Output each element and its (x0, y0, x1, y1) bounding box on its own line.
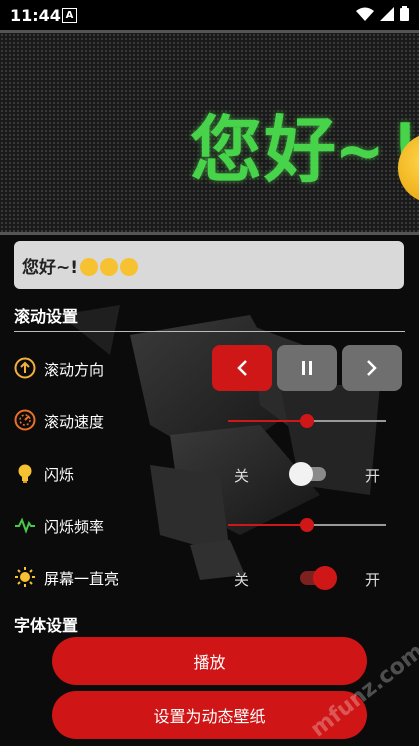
scroll-speed-slider[interactable] (228, 414, 386, 428)
screen-on-toggle[interactable] (300, 566, 337, 590)
pulse-wave-icon (15, 517, 35, 534)
led-text: 您好~! (190, 108, 419, 192)
screen-on-on-label: 开 (365, 571, 381, 589)
flash-off-label: 关 (234, 467, 250, 485)
flash-frequency-slider[interactable] (228, 518, 386, 532)
slider-fill (228, 420, 307, 422)
chevron-right-icon (367, 360, 377, 376)
row-label-flash-frequency: 闪烁频率 (44, 518, 105, 536)
status-bar: 11:44 A (0, 0, 419, 30)
screen-on-off-label: 关 (234, 571, 250, 589)
flash-on-label: 开 (365, 467, 381, 485)
slider-fill (228, 524, 307, 526)
sun-icon (15, 567, 35, 587)
row-label-scroll-direction: 滚动方向 (44, 361, 105, 379)
flash-toggle[interactable] (289, 462, 326, 486)
arrow-up-circle-icon (14, 357, 36, 379)
notification-icon: A (62, 8, 77, 23)
speedometer-icon (14, 409, 36, 431)
divider (14, 331, 405, 332)
row-label-flash: 闪烁 (44, 466, 75, 484)
slider-knob[interactable] (300, 518, 314, 532)
lightbulb-icon (18, 464, 32, 483)
slider-knob[interactable] (300, 414, 314, 428)
toggle-thumb (313, 566, 337, 590)
display-text-input[interactable]: 您好~! (14, 241, 404, 289)
section-title-scroll: 滚动设置 (14, 307, 79, 326)
scroll-left-button[interactable] (212, 345, 272, 391)
play-button[interactable]: 播放 (52, 637, 367, 685)
status-time: 11:44 (10, 6, 61, 25)
led-preview: 您好~! (0, 30, 419, 235)
wifi-icon (356, 7, 374, 21)
smile-emoji-icon (120, 258, 138, 276)
row-label-screen-on: 屏幕一直亮 (44, 570, 120, 588)
chevron-left-icon (237, 360, 247, 376)
row-label-scroll-speed: 滚动速度 (44, 413, 105, 431)
settings-panel: 您好~! 滚动设置 滚动方向 滚动速度 闪烁 关 开 闪烁频率 屏幕一直亮 关 … (0, 235, 419, 746)
scroll-right-button[interactable] (342, 345, 402, 391)
pause-button[interactable] (277, 345, 337, 391)
display-text-value: 您好~! (22, 258, 78, 278)
smile-emoji-icon (100, 258, 118, 276)
status-icons (356, 6, 409, 21)
signal-icon (380, 6, 394, 21)
battery-icon (400, 6, 409, 21)
section-title-font: 字体设置 (14, 616, 79, 635)
toggle-thumb (289, 462, 313, 486)
pause-icon (302, 361, 312, 375)
smile-emoji-icon (80, 258, 98, 276)
